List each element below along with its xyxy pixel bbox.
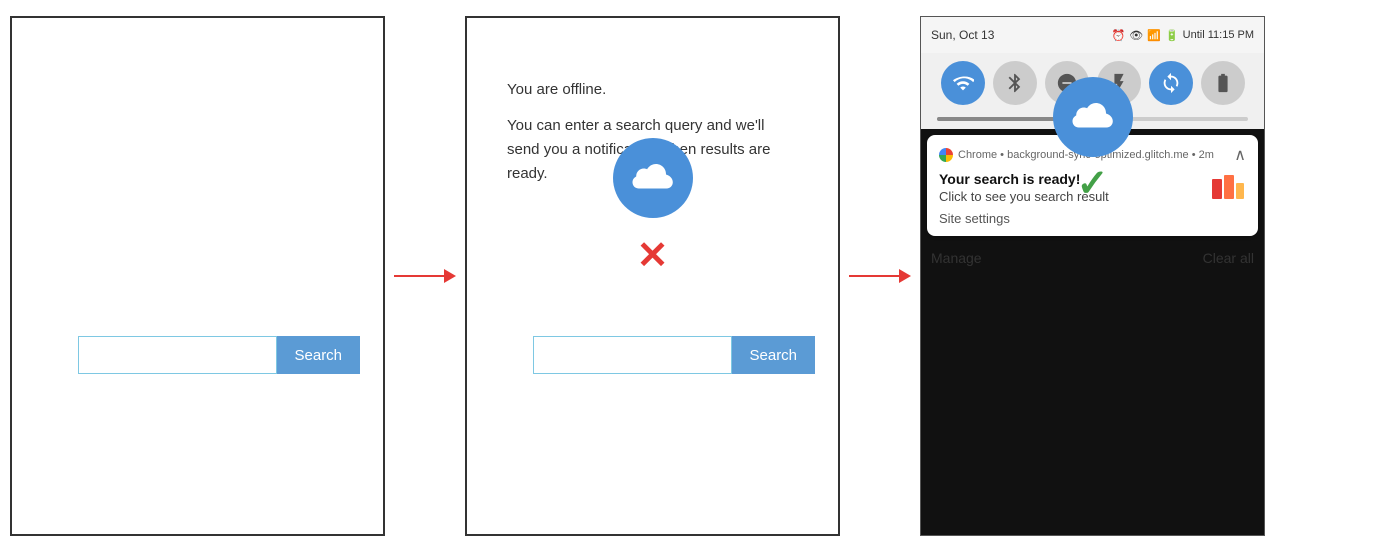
arrow-head-2 xyxy=(899,269,911,283)
android-panel: ✓ Sun, Oct 13 ⏰ 👁 📶 🔋 Until 11:15 PM xyxy=(920,16,1265,536)
qs-sync[interactable] xyxy=(1149,61,1193,105)
collapse-icon[interactable]: ∧ xyxy=(1234,145,1246,165)
battery-icon: 🔋 xyxy=(1165,29,1179,42)
wifi-status-icon: 📶 xyxy=(1147,29,1161,42)
arrow-1-container xyxy=(385,269,465,283)
arrow-head-1 xyxy=(444,269,456,283)
manage-button[interactable]: Manage xyxy=(931,250,982,266)
status-date: Sun, Oct 13 xyxy=(931,28,994,42)
search-button-1[interactable]: Search xyxy=(277,336,361,374)
phone-mockup-2: You are offline. You can enter a search … xyxy=(465,16,840,536)
offline-line1: You are offline. xyxy=(507,78,798,102)
cloud-icon-offline xyxy=(613,138,693,218)
phone-mockup-1: Search xyxy=(10,16,385,536)
arrow-line-1 xyxy=(394,275,444,277)
cloud-icon-online: ✓ xyxy=(1053,77,1133,206)
clear-all-button[interactable]: Clear all xyxy=(1203,250,1254,266)
arrow-2-container xyxy=(840,269,920,283)
search-button-2[interactable]: Search xyxy=(732,336,816,374)
qs-bluetooth[interactable] xyxy=(993,61,1037,105)
search-area-1: Search xyxy=(78,336,318,374)
notification-actions: Manage Clear all xyxy=(921,242,1264,274)
until-time: Until 11:15 PM xyxy=(1183,29,1254,41)
main-container: Search You are offline. You can enter a … xyxy=(0,0,1400,552)
chrome-icon xyxy=(939,148,953,162)
x-mark: ✕ xyxy=(637,233,669,278)
search-input-1[interactable] xyxy=(78,336,277,374)
search-area-2: Search xyxy=(533,336,773,374)
qs-battery[interactable] xyxy=(1201,61,1245,105)
arrow-1 xyxy=(394,269,456,283)
arrow-2 xyxy=(849,269,911,283)
vr-icon: 👁 xyxy=(1129,29,1143,42)
notification-app-icon xyxy=(1210,171,1246,207)
qs-wifi[interactable] xyxy=(941,61,985,105)
search-input-2[interactable] xyxy=(533,336,732,374)
check-mark: ✓ xyxy=(1053,161,1133,206)
cloud-circle-offline xyxy=(613,138,693,218)
status-bar: Sun, Oct 13 ⏰ 👁 📶 🔋 Until 11:15 PM xyxy=(921,17,1264,53)
status-icons: ⏰ 👁 📶 🔋 Until 11:15 PM xyxy=(1112,29,1254,42)
arrow-line-2 xyxy=(849,275,899,277)
site-settings[interactable]: Site settings xyxy=(939,211,1246,226)
alarm-icon: ⏰ xyxy=(1112,29,1126,42)
cloud-circle-online xyxy=(1053,77,1133,157)
